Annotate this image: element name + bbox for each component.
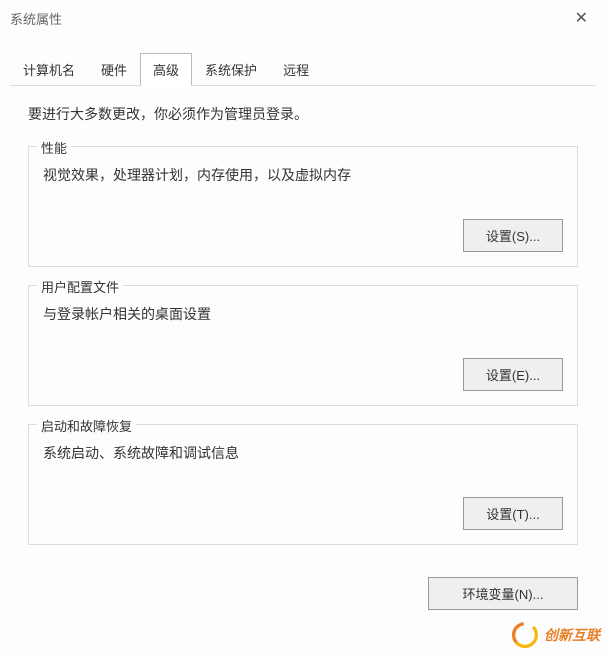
group-performance-desc: 视觉效果，处理器计划，内存使用，以及虚拟内存 <box>43 165 563 185</box>
group-user-profiles: 用户配置文件 与登录帐户相关的桌面设置 设置(E)... <box>28 285 578 406</box>
performance-settings-button[interactable]: 设置(S)... <box>463 219 563 252</box>
watermark: 创新互联 <box>512 622 600 648</box>
tab-computer-name[interactable]: 计算机名 <box>10 53 88 86</box>
tab-strip: 计算机名 硬件 高级 系统保护 远程 <box>10 52 596 86</box>
group-performance-actions: 设置(S)... <box>43 219 563 252</box>
user-profiles-settings-button[interactable]: 设置(E)... <box>463 358 563 391</box>
watermark-logo-icon <box>512 622 538 648</box>
tab-content: 要进行大多数更改，你必须作为管理员登录。 性能 视觉效果，处理器计划，内存使用，… <box>0 86 606 573</box>
startup-recovery-settings-button[interactable]: 设置(T)... <box>463 497 563 530</box>
tab-hardware[interactable]: 硬件 <box>88 53 140 86</box>
group-user-profiles-legend: 用户配置文件 <box>37 277 123 296</box>
titlebar: 系统属性 ✕ <box>0 0 606 36</box>
env-row: 环境变量(N)... <box>0 573 606 620</box>
group-startup-recovery-legend: 启动和故障恢复 <box>37 416 136 435</box>
group-user-profiles-desc: 与登录帐户相关的桌面设置 <box>43 304 563 324</box>
environment-variables-button[interactable]: 环境变量(N)... <box>428 577 578 610</box>
group-user-profiles-actions: 设置(E)... <box>43 358 563 391</box>
group-performance-legend: 性能 <box>37 138 71 157</box>
group-startup-recovery-desc: 系统启动、系统故障和调试信息 <box>43 443 563 463</box>
tab-advanced[interactable]: 高级 <box>140 53 192 86</box>
group-performance: 性能 视觉效果，处理器计划，内存使用，以及虚拟内存 设置(S)... <box>28 146 578 267</box>
tab-system-protection[interactable]: 系统保护 <box>192 53 270 86</box>
group-startup-recovery-actions: 设置(T)... <box>43 497 563 530</box>
close-icon[interactable]: ✕ <box>567 6 596 30</box>
tab-remote[interactable]: 远程 <box>270 53 322 86</box>
group-startup-recovery: 启动和故障恢复 系统启动、系统故障和调试信息 设置(T)... <box>28 424 578 545</box>
watermark-text: 创新互联 <box>544 625 600 645</box>
window-title: 系统属性 <box>10 9 62 28</box>
intro-text: 要进行大多数更改，你必须作为管理员登录。 <box>28 104 578 124</box>
